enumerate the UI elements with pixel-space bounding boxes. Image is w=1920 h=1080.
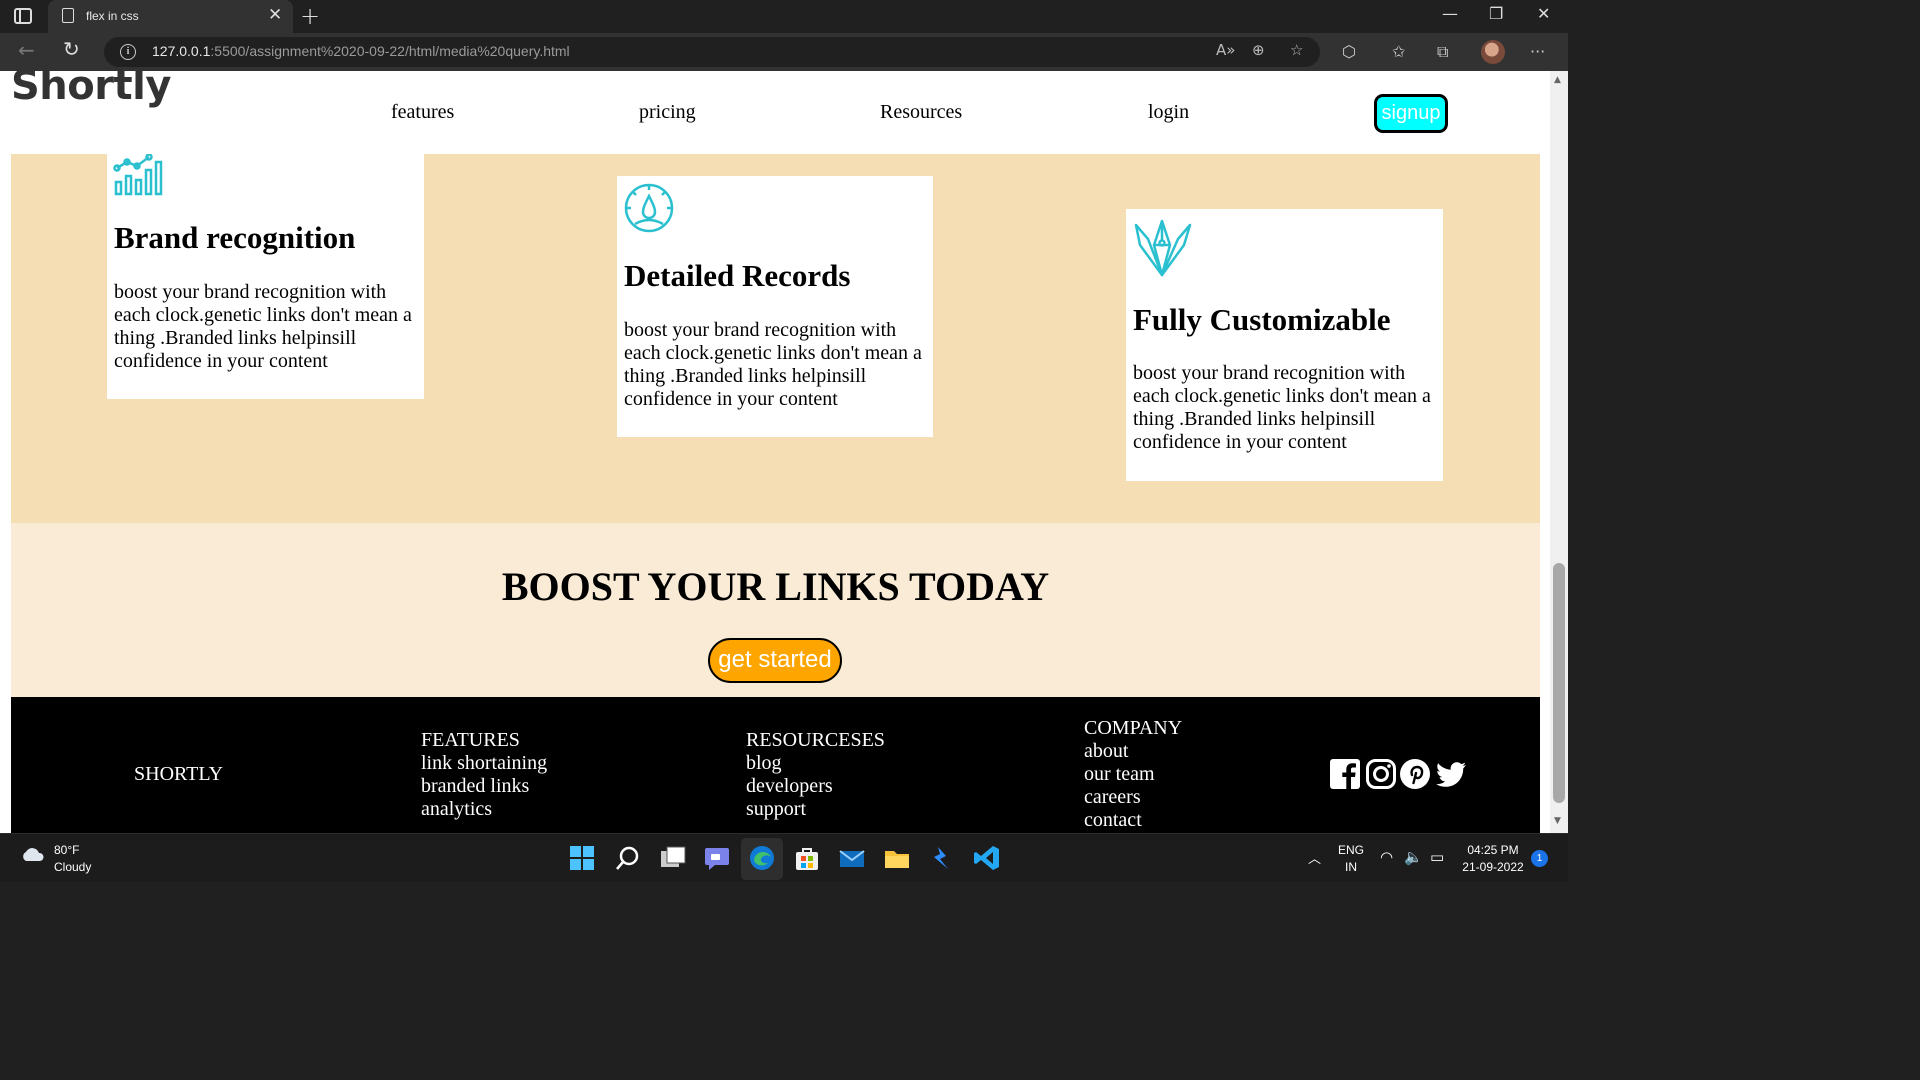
footer-link[interactable]: blog bbox=[746, 752, 885, 775]
feature-card-records: Detailed Records boost your brand recogn… bbox=[617, 176, 933, 437]
footer-link[interactable]: about bbox=[1084, 740, 1182, 763]
pinterest-icon[interactable] bbox=[1399, 758, 1431, 790]
instagram-icon[interactable] bbox=[1365, 758, 1397, 790]
teams-chat-icon[interactable] bbox=[703, 844, 731, 872]
footer-col-company: COMPANY about our team careers contact bbox=[1084, 717, 1182, 832]
tab-close-icon[interactable]: ✕ bbox=[268, 5, 282, 25]
start-icon[interactable] bbox=[568, 844, 596, 872]
footer-link[interactable]: careers bbox=[1084, 786, 1182, 809]
nav-pricing[interactable]: pricing bbox=[639, 101, 696, 124]
favorite-star-icon[interactable]: ☆ bbox=[1290, 41, 1303, 59]
extensions-icon[interactable]: ⬡ bbox=[1342, 42, 1356, 61]
scroll-up-icon[interactable]: ▲ bbox=[1554, 75, 1561, 85]
minimize-button[interactable]: — bbox=[1442, 4, 1458, 23]
clock-date[interactable]: 21-09-2022 bbox=[1458, 860, 1528, 874]
notification-badge[interactable]: 1 bbox=[1531, 850, 1548, 867]
read-aloud-icon[interactable]: A» bbox=[1216, 41, 1235, 59]
footer-heading: COMPANY bbox=[1084, 717, 1183, 739]
tab-actions-icon[interactable] bbox=[14, 8, 32, 24]
close-window-button[interactable]: ✕ bbox=[1537, 4, 1550, 23]
feature-card-customizable: Fully Customizable boost your brand reco… bbox=[1126, 209, 1443, 481]
footer-col-resources: RESOURCESES blog developers support bbox=[746, 729, 885, 821]
weather-temperature[interactable]: 80°F bbox=[54, 843, 79, 857]
twitter-icon[interactable] bbox=[1435, 758, 1467, 790]
power-automate-icon[interactable] bbox=[928, 844, 956, 872]
browser-titlebar: flex in css ✕ + — ❐ ✕ bbox=[0, 0, 1568, 33]
profile-avatar[interactable] bbox=[1481, 40, 1505, 64]
feature-title: Detailed Records bbox=[624, 258, 851, 293]
url-path: :5500/assignment%2020-09-22/html/media%2… bbox=[210, 43, 570, 59]
store-icon[interactable] bbox=[793, 844, 821, 872]
feature-text: boost your brand recognition with each c… bbox=[624, 319, 922, 410]
footer-heading: FEATURES bbox=[421, 729, 520, 751]
site-footer: SHORTLY FEATURES link shortaining brande… bbox=[11, 697, 1540, 833]
site-info-icon[interactable]: i bbox=[120, 44, 136, 60]
clock-time[interactable]: 04:25 PM bbox=[1458, 843, 1528, 857]
url-host: 127.0.0.1 bbox=[152, 43, 211, 59]
footer-brand[interactable]: SHORTLY bbox=[134, 763, 223, 786]
nav-features[interactable]: features bbox=[391, 101, 454, 124]
feature-text: boost your brand recognition with each c… bbox=[1133, 362, 1431, 453]
feature-text: boost your brand recognition with each c… bbox=[114, 281, 412, 372]
footer-col-features: FEATURES link shortaining branded links … bbox=[421, 729, 547, 821]
footer-link[interactable]: developers bbox=[746, 775, 885, 798]
cloud-icon[interactable] bbox=[20, 846, 46, 862]
zoom-icon[interactable]: ⊕ bbox=[1252, 41, 1265, 59]
address-bar[interactable]: i 127.0.0.1:5500/assignment%2020-09-22/h… bbox=[104, 37, 1320, 67]
feature-title: Brand recognition bbox=[114, 220, 356, 255]
battery-icon[interactable]: ▭ bbox=[1430, 848, 1444, 866]
feature-title: Fully Customizable bbox=[1133, 302, 1391, 337]
footer-link[interactable]: our team bbox=[1084, 763, 1182, 786]
show-hidden-icons[interactable]: ︿ bbox=[1308, 848, 1321, 867]
new-tab-button[interactable]: + bbox=[300, 2, 320, 30]
scroll-thumb[interactable] bbox=[1553, 563, 1565, 803]
language-top[interactable]: ENG bbox=[1336, 843, 1366, 857]
restore-button[interactable]: ❐ bbox=[1489, 4, 1503, 23]
boost-section: BOOST YOUR LINKS TODAY get started bbox=[11, 523, 1540, 697]
scroll-down-icon[interactable]: ▼ bbox=[1554, 816, 1561, 826]
collections-icon[interactable]: ⧉ bbox=[1437, 42, 1448, 62]
page-scrollbar[interactable]: ▲ ▼ bbox=[1550, 71, 1568, 833]
page-viewport: Shortly features pricing Resources login… bbox=[0, 71, 1550, 833]
nav-login[interactable]: login bbox=[1148, 101, 1189, 124]
weather-condition[interactable]: Cloudy bbox=[54, 860, 91, 874]
features-section: Brand recognition boost your brand recog… bbox=[11, 154, 1540, 523]
edge-icon[interactable] bbox=[748, 844, 776, 872]
site-logo[interactable]: Shortly bbox=[11, 71, 171, 109]
task-view-icon[interactable] bbox=[659, 844, 687, 872]
tab-title: flex in css bbox=[86, 9, 139, 23]
vscode-icon[interactable] bbox=[973, 844, 1001, 872]
file-explorer-icon[interactable] bbox=[883, 844, 911, 872]
page-icon bbox=[62, 8, 74, 23]
signup-button[interactable]: signup bbox=[1374, 94, 1448, 133]
more-menu-icon[interactable]: ··· bbox=[1530, 42, 1545, 61]
speedometer-icon bbox=[624, 183, 674, 233]
wifi-icon[interactable]: ◠ bbox=[1380, 848, 1393, 866]
back-arrow-icon[interactable]: ← bbox=[18, 38, 35, 62]
mail-icon[interactable] bbox=[838, 844, 866, 872]
boost-title: BOOST YOUR LINKS TODAY bbox=[501, 564, 1050, 609]
footer-link[interactable]: branded links bbox=[421, 775, 547, 798]
address-bar-row: ← ↻ i 127.0.0.1:5500/assignment%2020-09-… bbox=[0, 33, 1568, 71]
bar-chart-icon bbox=[113, 154, 163, 196]
search-icon[interactable] bbox=[614, 844, 642, 872]
favorites-icon[interactable]: ✩ bbox=[1392, 42, 1405, 61]
get-started-button[interactable]: get started bbox=[708, 638, 842, 683]
reload-icon[interactable]: ↻ bbox=[63, 37, 80, 61]
language-bottom[interactable]: IN bbox=[1336, 860, 1366, 874]
nav-resources[interactable]: Resources bbox=[880, 101, 962, 124]
footer-link[interactable]: link shortaining bbox=[421, 752, 547, 775]
footer-link[interactable]: contact bbox=[1084, 809, 1182, 832]
browser-tab[interactable]: flex in css ✕ bbox=[48, 0, 293, 33]
footer-link[interactable]: support bbox=[746, 798, 885, 821]
feature-card-brand: Brand recognition boost your brand recog… bbox=[107, 154, 424, 399]
volume-icon[interactable]: 🔈 bbox=[1404, 848, 1423, 866]
footer-link[interactable]: analytics bbox=[421, 798, 547, 821]
facebook-icon[interactable] bbox=[1329, 758, 1361, 790]
footer-heading: RESOURCESES bbox=[746, 729, 885, 751]
url-text[interactable]: 127.0.0.1:5500/assignment%2020-09-22/htm… bbox=[152, 43, 570, 59]
windows-taskbar: 80°F Cloudy ︿ ENG IN ◠ 🔈 ▭ 04:25 PM 21-0 bbox=[0, 833, 1568, 882]
brushes-icon bbox=[1134, 219, 1192, 277]
